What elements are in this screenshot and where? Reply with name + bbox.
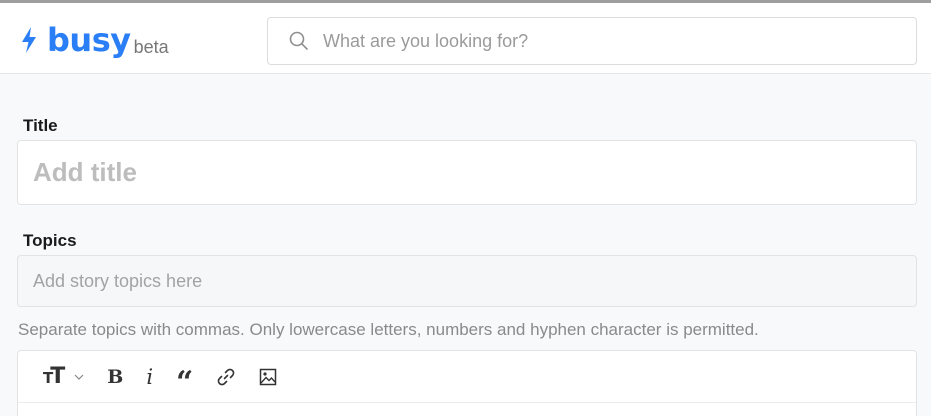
search-input[interactable] — [323, 30, 883, 52]
brand-logo[interactable]: busy beta — [19, 18, 169, 62]
text-size-icon: TT — [43, 364, 65, 389]
topics-input[interactable] — [33, 270, 893, 292]
italic-button[interactable]: i — [146, 362, 153, 392]
bold-button[interactable]: B — [107, 362, 123, 392]
title-input[interactable] — [33, 157, 893, 188]
search-bar[interactable] — [267, 17, 917, 65]
bold-icon: B — [107, 365, 124, 388]
brand-beta-tag: beta — [133, 36, 169, 57]
italic-icon: i — [146, 364, 154, 389]
search-icon — [289, 31, 308, 50]
image-icon — [260, 368, 277, 385]
title-field[interactable] — [17, 140, 917, 205]
lightning-bolt-icon — [22, 27, 36, 53]
quote-button[interactable]: “ — [176, 362, 193, 397]
top-navbar: busy beta — [0, 0, 931, 74]
heading-dropdown-button[interactable]: TT — [43, 362, 84, 392]
editor-toolbar: TT B i “ — [18, 351, 916, 403]
image-button[interactable] — [259, 362, 277, 392]
link-button[interactable] — [216, 362, 236, 392]
topics-label: Topics — [23, 231, 77, 250]
quote-icon: “ — [176, 364, 194, 400]
chevron-down-icon — [74, 374, 84, 380]
link-icon — [217, 368, 235, 385]
topics-field[interactable] — [17, 255, 917, 307]
topics-hint: Separate topics with commas. Only lowerc… — [18, 320, 759, 339]
brand-name: busy — [47, 21, 131, 59]
title-label: Title — [23, 116, 58, 135]
body-editor[interactable]: TT B i “ — [17, 350, 917, 416]
